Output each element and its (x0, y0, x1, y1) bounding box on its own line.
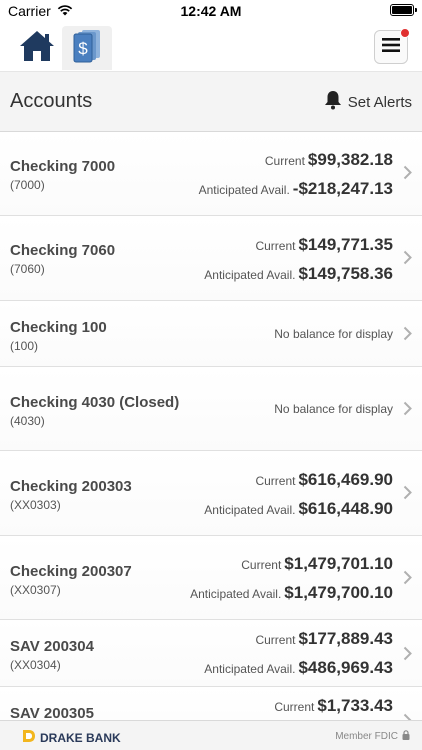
current-value: $1,733.43 (317, 696, 393, 715)
account-row-checking-7060[interactable]: Checking 7060 (7060) Current $149,771.35… (0, 216, 422, 301)
dollar-cards-icon: $ (71, 28, 103, 69)
account-name: Checking 200303 (10, 478, 132, 495)
chevron-right-icon (403, 713, 412, 720)
account-number: (7000) (10, 178, 45, 192)
set-alerts-label: Set Alerts (347, 93, 412, 111)
current-label: Current (274, 700, 315, 714)
account-name: Checking 7000 (10, 158, 116, 175)
account-name: Checking 100 (10, 319, 107, 336)
accounts-header: Accounts Set Alerts (0, 72, 422, 132)
accounts-tab[interactable]: $ (62, 26, 112, 70)
account-row-sav-200305[interactable]: SAV 200305 Current $1,733.43 (0, 687, 422, 720)
home-tab[interactable] (12, 26, 62, 70)
brand-name: DRAKE BANK (40, 730, 121, 745)
notification-dot (400, 28, 410, 38)
status-time: 12:42 AM (180, 3, 242, 19)
lock-icon (402, 730, 410, 743)
no-balance-text: No balance for display (274, 327, 393, 341)
anticipated-label: Anticipated Avail. (190, 587, 282, 601)
chevron-right-icon (403, 646, 412, 666)
no-balance-text: No balance for display (274, 402, 393, 416)
chevron-right-icon (403, 401, 412, 421)
chevron-right-icon (403, 570, 412, 590)
chevron-right-icon (403, 485, 412, 505)
anticipated-label: Anticipated Avail. (204, 503, 296, 517)
account-number: (XX0307) (10, 583, 61, 597)
account-name: Checking 4030 (Closed) (10, 394, 180, 411)
bell-icon (324, 90, 342, 114)
account-row-checking-4030[interactable]: Checking 4030 (Closed) (4030) No balance… (0, 367, 422, 451)
account-row-sav-200304[interactable]: SAV 200304 (XX0304) Current $177,889.43 … (0, 620, 422, 687)
current-label: Current (255, 633, 296, 647)
home-icon (18, 29, 56, 68)
status-bar: Carrier 12:42 AM (0, 0, 422, 22)
anticipated-value: $1,479,700.10 (284, 583, 393, 602)
anticipated-balance: Anticipated Avail. $1,479,700.10 (190, 583, 393, 603)
svg-text:$: $ (78, 39, 88, 58)
account-list: Checking 7000 (7000) Current $99,382.18 … (0, 132, 422, 720)
account-name: SAV 200305 (10, 705, 94, 720)
anticipated-value: $486,969.43 (298, 658, 393, 677)
account-number: (4030) (10, 414, 45, 428)
account-name: SAV 200304 (10, 638, 94, 655)
hamburger-menu-icon (382, 37, 400, 57)
nav-bar: $ (0, 22, 422, 72)
chevron-right-icon (403, 326, 412, 346)
account-row-checking-200307[interactable]: Checking 200307 (XX0307) Current $1,479,… (0, 536, 422, 620)
current-value: $99,382.18 (307, 150, 393, 169)
current-balance: Current $616,469.90 (255, 470, 393, 490)
battery-icon (390, 4, 417, 16)
set-alerts-button[interactable]: Set Alerts (324, 90, 412, 114)
current-label: Current (241, 558, 282, 572)
fdic-label: Member FDIC (335, 730, 410, 743)
current-balance: Current $99,382.18 (265, 150, 393, 170)
drake-bank-logo-icon (22, 729, 36, 746)
chevron-right-icon (403, 165, 412, 185)
page-title: Accounts (10, 90, 93, 112)
account-number: (7060) (10, 262, 45, 276)
status-right (390, 4, 417, 16)
anticipated-balance: Anticipated Avail. $486,969.43 (204, 658, 393, 678)
anticipated-label: Anticipated Avail. (204, 662, 296, 676)
anticipated-label: Anticipated Avail. (204, 268, 296, 282)
current-balance: Current $1,733.43 (274, 696, 393, 716)
current-balance: Current $1,479,701.10 (241, 554, 393, 574)
account-number: (100) (10, 339, 39, 353)
current-label: Current (255, 474, 296, 488)
anticipated-value: $616,448.90 (298, 499, 393, 518)
anticipated-balance: Anticipated Avail. $616,448.90 (204, 499, 393, 519)
current-label: Current (255, 239, 296, 253)
current-value: $177,889.43 (298, 629, 393, 648)
current-value: $616,469.90 (298, 470, 393, 489)
account-row-checking-200303[interactable]: Checking 200303 (XX0303) Current $616,46… (0, 451, 422, 536)
anticipated-label: Anticipated Avail. (198, 183, 290, 197)
anticipated-value: $149,758.36 (298, 264, 393, 283)
footer: DRAKE BANK Member FDIC (0, 720, 422, 750)
account-name: Checking 200307 (10, 563, 132, 580)
current-balance: Current $149,771.35 (255, 235, 393, 255)
account-number: (XX0304) (10, 658, 61, 672)
anticipated-value: -$218,247.13 (292, 179, 393, 198)
anticipated-balance: Anticipated Avail. $149,758.36 (204, 264, 393, 284)
account-row-checking-7000[interactable]: Checking 7000 (7000) Current $99,382.18 … (0, 132, 422, 216)
current-label: Current (264, 154, 305, 168)
menu-button[interactable] (374, 28, 410, 64)
current-value: $1,479,701.10 (284, 554, 393, 573)
anticipated-balance: Anticipated Avail. -$218,247.13 (199, 179, 393, 199)
chevron-right-icon (403, 250, 412, 270)
account-row-checking-100[interactable]: Checking 100 (100) No balance for displa… (0, 301, 422, 367)
account-name: Checking 7060 (10, 242, 116, 259)
current-value: $149,771.35 (298, 235, 393, 254)
fdic-text: Member FDIC (335, 731, 398, 742)
account-number: (XX0303) (10, 498, 61, 512)
brand-logo: DRAKE BANK (22, 729, 121, 746)
current-balance: Current $177,889.43 (255, 629, 393, 649)
